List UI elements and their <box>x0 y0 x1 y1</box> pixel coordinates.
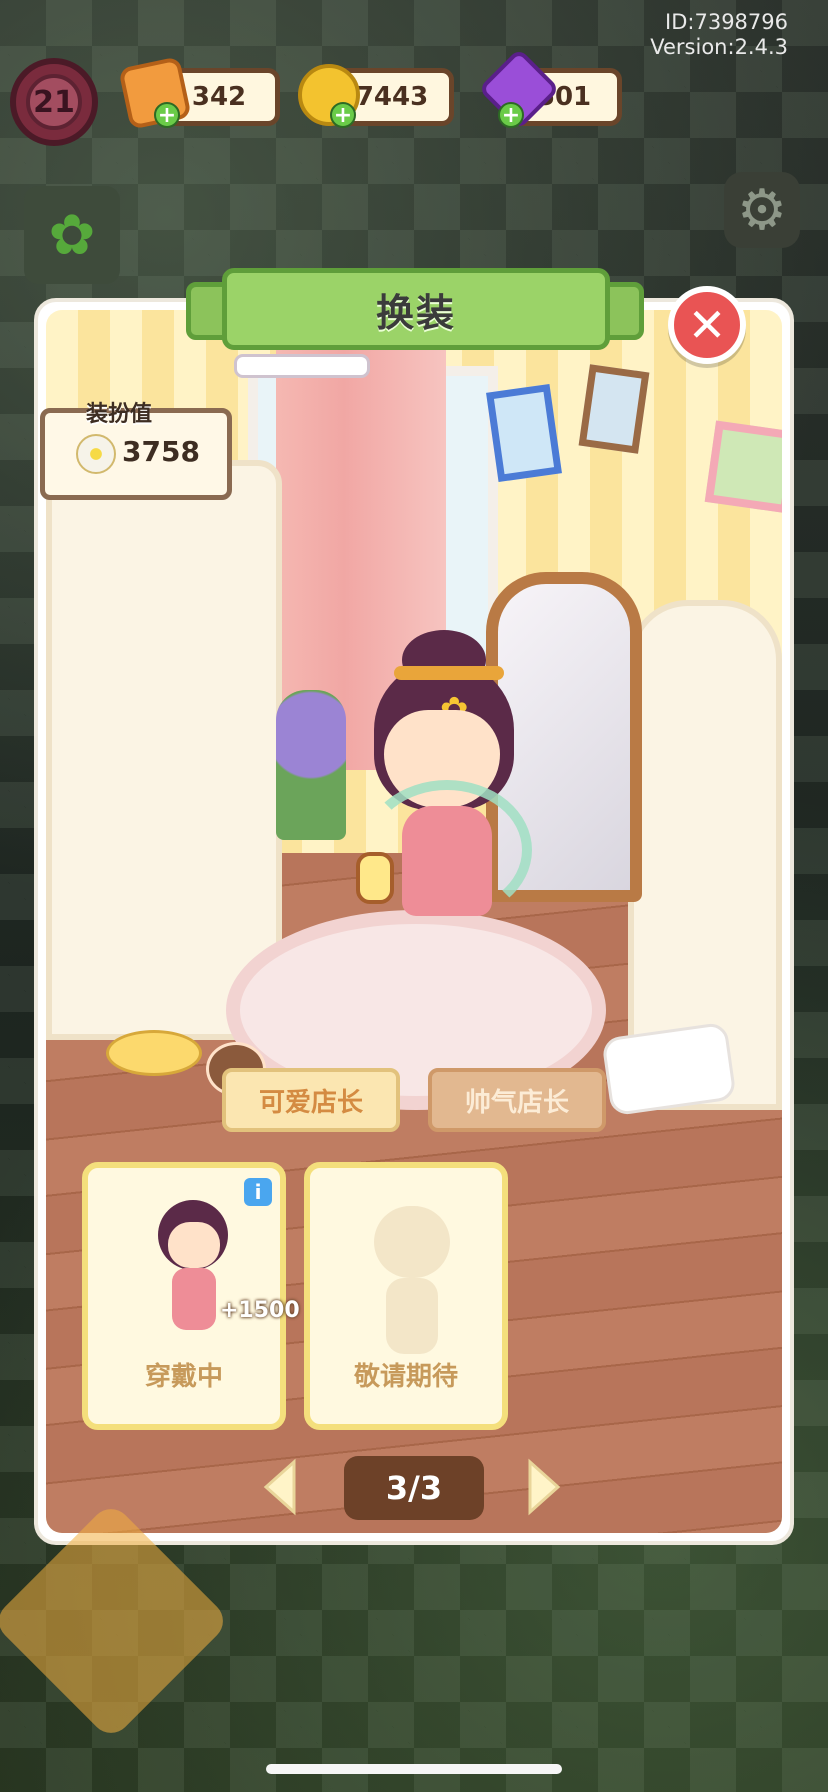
dress-value-label: 装扮值 <box>86 402 153 427</box>
outfit-card-coming-soon[interactable]: 敬请期待 <box>304 1162 508 1430</box>
player-level: 21 <box>26 74 82 130</box>
player-level-badge[interactable]: 21 <box>10 58 98 146</box>
build-info: ID:7398796 Version:2.4.3 <box>650 10 788 60</box>
add-gem-button[interactable]: + <box>498 102 524 128</box>
tab-cute-label: 可爱店长 <box>258 1087 363 1118</box>
add-coin-button[interactable]: + <box>330 102 356 128</box>
dress <box>402 806 492 916</box>
curtain-rod <box>234 354 370 378</box>
leaf-menu-icon[interactable]: ✿ <box>24 186 120 284</box>
page-indicator: 3/3 <box>344 1456 484 1520</box>
home-indicator[interactable] <box>266 1764 562 1774</box>
player-id-text: ID:7398796 <box>665 10 788 34</box>
flower-icon <box>76 434 116 474</box>
next-page-button[interactable] <box>526 1458 562 1516</box>
lantern-icon <box>356 852 394 904</box>
chevron-right-icon <box>528 1458 561 1516</box>
close-icon: ✕ <box>687 298 727 352</box>
info-icon[interactable]: i <box>244 1178 272 1206</box>
settings-gear-icon[interactable]: ⚙ <box>724 172 800 248</box>
add-ticket-button[interactable]: + <box>154 102 180 128</box>
locked-outfit-silhouette <box>374 1206 450 1356</box>
dress-value-number: 3758 <box>122 435 200 468</box>
dialog-title: 换装 <box>375 290 456 335</box>
outfit-status-label: 穿戴中 <box>144 1362 223 1392</box>
shopkeeper-character: ✿ <box>344 630 544 940</box>
coin-count: 7443 <box>355 82 429 112</box>
hair-ornament <box>394 666 504 680</box>
slippers <box>106 1030 202 1076</box>
preview-face <box>168 1222 220 1268</box>
hydrangea-plant <box>276 690 346 840</box>
preview-body <box>172 1268 216 1330</box>
dialog-title-banner: 换装 <box>222 268 610 350</box>
tab-cool-shopkeeper[interactable]: 帅气店长 <box>428 1068 606 1132</box>
wall-picture-brown <box>578 364 650 454</box>
close-button[interactable]: ✕ <box>668 286 746 364</box>
outfit-card-equipped[interactable]: i +1500 穿戴中 <box>82 1162 300 1430</box>
coming-soon-label: 敬请期待 <box>353 1362 458 1392</box>
left-wardrobe <box>46 460 282 1040</box>
version-text: Version:2.4.3 <box>650 35 788 59</box>
silhouette-body <box>386 1278 438 1354</box>
wall-picture-blue <box>486 383 562 483</box>
ticket-count: 342 <box>191 82 247 112</box>
tab-cute-shopkeeper[interactable]: 可爱店长 <box>222 1068 400 1132</box>
tab-cool-label: 帅气店长 <box>464 1087 569 1118</box>
outfit-bonus: +1500 <box>220 1298 300 1323</box>
chevron-left-icon <box>263 1458 296 1516</box>
wall-picture-pink <box>704 420 782 514</box>
silhouette-head <box>374 1206 450 1278</box>
previous-page-button[interactable] <box>262 1458 298 1516</box>
